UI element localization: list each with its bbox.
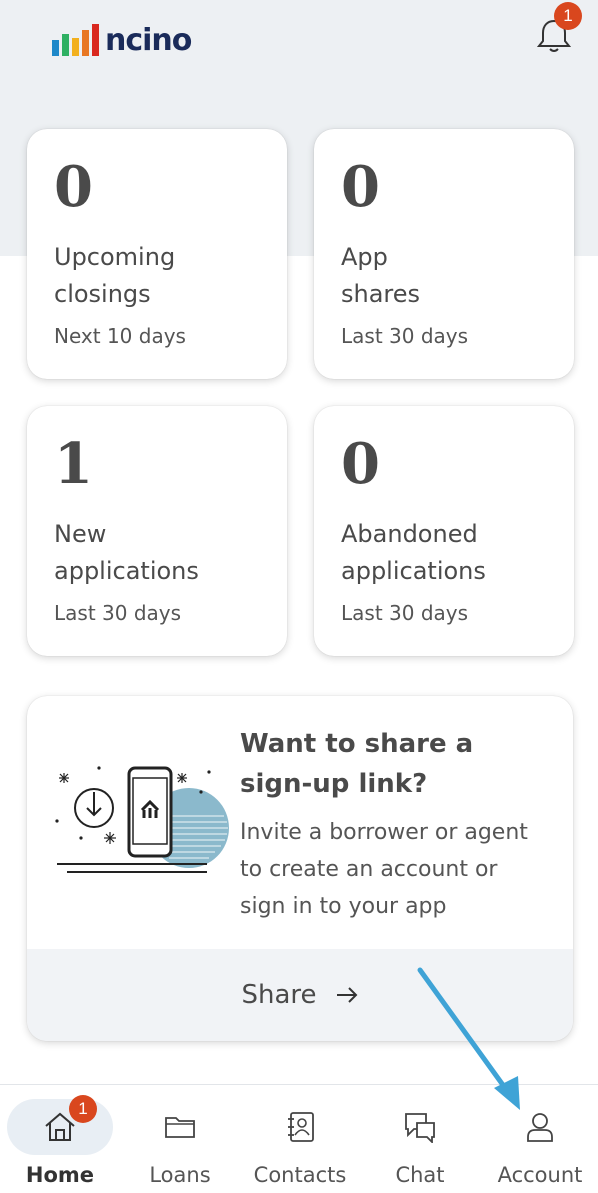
- stat-period: Last 30 days: [341, 601, 469, 625]
- nav-label: Account: [497, 1163, 583, 1187]
- contacts-book-icon: [288, 1112, 314, 1142]
- bottom-navigation: 1 Home Loans Contacts Chat Account: [0, 1084, 598, 1193]
- app-header: ncino 1: [0, 0, 598, 80]
- logo-text: ncino: [105, 23, 192, 58]
- stat-label-line: Abandoned: [341, 520, 478, 548]
- promo-text-line: sign in to your app: [240, 894, 447, 919]
- stat-value: 0: [341, 154, 380, 220]
- share-signup-link-card: Want to share a sign-up link? Invite a b…: [27, 696, 573, 1041]
- nav-item-account[interactable]: Account: [480, 1085, 598, 1193]
- notification-badge: 1: [554, 2, 582, 30]
- stat-card-new-applications[interactable]: 1 New applications Last 30 days: [27, 406, 287, 656]
- stat-value: 1: [54, 431, 93, 497]
- stat-label-line: applications: [341, 557, 486, 585]
- promo-title-line: sign-up link?: [240, 769, 428, 799]
- promo-text-line: to create an account or: [240, 857, 498, 882]
- stat-label: App shares: [341, 239, 561, 313]
- nav-item-contacts[interactable]: Contacts: [240, 1085, 360, 1193]
- chat-bubbles-icon: [405, 1113, 435, 1143]
- stat-value: 0: [54, 154, 93, 220]
- nav-label: Loans: [149, 1163, 211, 1187]
- stat-value: 0: [341, 431, 380, 497]
- stat-label: Abandoned applications: [341, 516, 561, 590]
- stat-label-line: closings: [54, 280, 151, 308]
- promo-description: Invite a borrower or agent to create an …: [240, 814, 565, 925]
- stat-label-line: applications: [54, 557, 199, 585]
- nav-label: Chat: [395, 1163, 445, 1187]
- stat-label-line: shares: [341, 280, 421, 308]
- stat-period: Last 30 days: [54, 601, 182, 625]
- stat-label: New applications: [54, 516, 274, 590]
- nav-icon-container: [367, 1099, 473, 1155]
- promo-text-line: Invite a borrower or agent: [240, 820, 528, 845]
- stat-label: Upcoming closings: [54, 239, 274, 313]
- nav-active-indicator: [7, 1099, 113, 1155]
- stat-period: Last 30 days: [341, 324, 469, 348]
- phone-download-illustration: [55, 766, 229, 873]
- notifications-button[interactable]: 1: [536, 2, 582, 56]
- share-label: Share: [241, 980, 317, 1010]
- folder-icon: [165, 1117, 195, 1138]
- stat-period: Next 10 days: [54, 324, 186, 348]
- stat-label-line: App: [341, 243, 388, 271]
- nav-label: Home: [25, 1163, 95, 1187]
- nav-label: Contacts: [253, 1163, 347, 1187]
- stat-card-app-shares[interactable]: 0 App shares Last 30 days: [314, 129, 574, 379]
- stat-card-upcoming-closings[interactable]: 0 Upcoming closings Next 10 days: [27, 129, 287, 379]
- nav-icon-container: [247, 1099, 353, 1155]
- stat-label-line: Upcoming: [54, 243, 176, 271]
- nav-item-chat[interactable]: Chat: [360, 1085, 480, 1193]
- promo-title-line: Want to share a: [240, 729, 474, 759]
- nav-icon-container: [487, 1099, 593, 1155]
- nav-icon-container: [127, 1099, 233, 1155]
- nav-item-loans[interactable]: Loans: [120, 1085, 240, 1193]
- nav-item-home[interactable]: 1 Home: [0, 1085, 120, 1193]
- logo-bars-icon: [52, 22, 99, 56]
- stat-card-abandoned-applications[interactable]: 0 Abandoned applications Last 30 days: [314, 406, 574, 656]
- person-icon: [527, 1113, 553, 1142]
- ncino-logo: ncino: [52, 16, 192, 58]
- stat-label-line: New: [54, 520, 107, 548]
- arrow-right-icon: [336, 987, 357, 1003]
- promo-title: Want to share a sign-up link?: [240, 724, 560, 804]
- share-button[interactable]: Share: [27, 949, 573, 1041]
- home-badge: 1: [69, 1095, 97, 1123]
